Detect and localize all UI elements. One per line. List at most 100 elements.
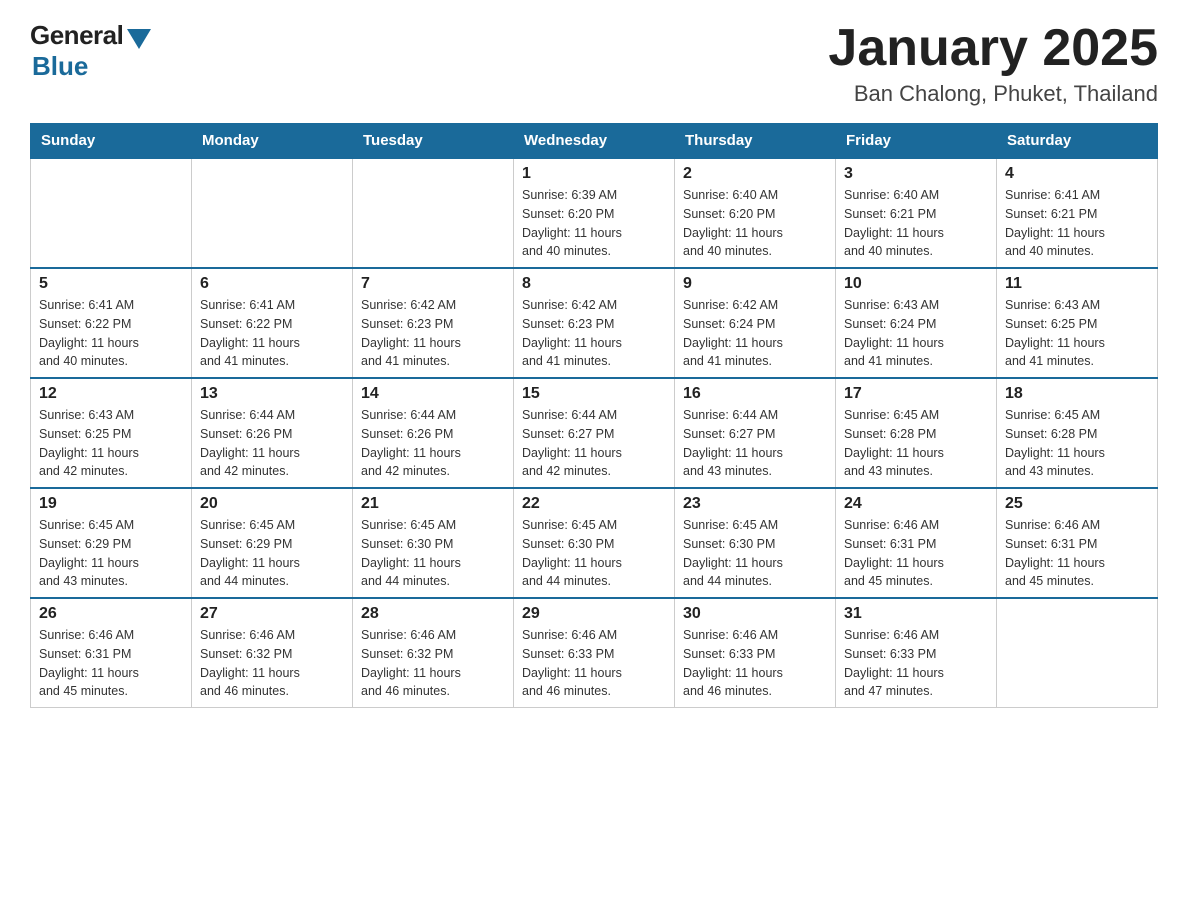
day-info: Sunrise: 6:46 AMSunset: 6:31 PMDaylight:… <box>1005 516 1149 591</box>
calendar-cell: 20 Sunrise: 6:45 AMSunset: 6:29 PMDayligh… <box>192 488 353 598</box>
day-number: 1 <box>522 165 666 183</box>
day-info: Sunrise: 6:45 AMSunset: 6:28 PMDaylight:… <box>844 406 988 481</box>
day-info: Sunrise: 6:46 AMSunset: 6:33 PMDaylight:… <box>522 626 666 701</box>
day-info: Sunrise: 6:39 AMSunset: 6:20 PMDaylight:… <box>522 186 666 261</box>
day-of-week-header: Wednesday <box>514 124 675 159</box>
day-info: Sunrise: 6:44 AMSunset: 6:27 PMDaylight:… <box>522 406 666 481</box>
day-number: 10 <box>844 275 988 293</box>
calendar-cell: 8Sunrise: 6:42 AMSunset: 6:23 PMDaylight… <box>514 268 675 378</box>
calendar-cell: 17Sunrise: 6:45 AMSunset: 6:28 PMDayligh… <box>836 378 997 488</box>
calendar-cell: 2Sunrise: 6:40 AMSunset: 6:20 PMDaylight… <box>675 158 836 268</box>
calendar-cell: 1 Sunrise: 6:39 AMSunset: 6:20 PMDaylight… <box>514 158 675 268</box>
day-info: Sunrise: 6:40 AMSunset: 6:21 PMDaylight:… <box>844 186 988 261</box>
day-number: 8 <box>522 275 666 293</box>
calendar-week-row: 26 Sunrise: 6:46 AMSunset: 6:31 PMDayligh… <box>31 598 1158 708</box>
calendar-cell: 24 Sunrise: 6:46 AMSunset: 6:31 PMDayligh… <box>836 488 997 598</box>
day-info: Sunrise: 6:45 AMSunset: 6:28 PMDaylight:… <box>1005 406 1149 481</box>
calendar-cell: 10 Sunrise: 6:43 AMSunset: 6:24 PMDayligh… <box>836 268 997 378</box>
day-of-week-header: Tuesday <box>353 124 514 159</box>
calendar-table: SundayMondayTuesdayWednesdayThursdayFrid… <box>30 123 1158 708</box>
day-number: 15 <box>522 385 666 403</box>
day-info: Sunrise: 6:42 AMSunset: 6:24 PMDaylight:… <box>683 296 827 371</box>
calendar-cell: 14Sunrise: 6:44 AMSunset: 6:26 PMDayligh… <box>353 378 514 488</box>
logo: General Blue <box>30 20 151 82</box>
calendar-cell: 27Sunrise: 6:46 AMSunset: 6:32 PMDayligh… <box>192 598 353 708</box>
day-number: 22 <box>522 495 666 513</box>
day-info: Sunrise: 6:41 AMSunset: 6:21 PMDaylight:… <box>1005 186 1149 261</box>
day-info: Sunrise: 6:41 AMSunset: 6:22 PMDaylight:… <box>200 296 344 371</box>
day-info: Sunrise: 6:46 AMSunset: 6:33 PMDaylight:… <box>683 626 827 701</box>
day-number: 11 <box>1005 275 1149 293</box>
days-of-week-row: SundayMondayTuesdayWednesdayThursdayFrid… <box>31 124 1158 159</box>
day-number: 21 <box>361 495 505 513</box>
calendar-cell: 29 Sunrise: 6:46 AMSunset: 6:33 PMDayligh… <box>514 598 675 708</box>
calendar-cell: 26 Sunrise: 6:46 AMSunset: 6:31 PMDayligh… <box>31 598 192 708</box>
day-of-week-header: Thursday <box>675 124 836 159</box>
calendar-cell <box>31 158 192 268</box>
day-number: 18 <box>1005 385 1149 403</box>
logo-general-text: General <box>30 20 123 51</box>
day-info: Sunrise: 6:46 AMSunset: 6:32 PMDaylight:… <box>200 626 344 701</box>
day-info: Sunrise: 6:43 AMSunset: 6:25 PMDaylight:… <box>1005 296 1149 371</box>
day-number: 4 <box>1005 165 1149 183</box>
calendar-cell: 9 Sunrise: 6:42 AMSunset: 6:24 PMDaylight… <box>675 268 836 378</box>
day-info: Sunrise: 6:42 AMSunset: 6:23 PMDaylight:… <box>361 296 505 371</box>
calendar-cell: 18 Sunrise: 6:45 AMSunset: 6:28 PMDayligh… <box>997 378 1158 488</box>
day-number: 25 <box>1005 495 1149 513</box>
day-info: Sunrise: 6:46 AMSunset: 6:31 PMDaylight:… <box>39 626 183 701</box>
calendar-cell: 16Sunrise: 6:44 AMSunset: 6:27 PMDayligh… <box>675 378 836 488</box>
day-of-week-header: Friday <box>836 124 997 159</box>
day-number: 13 <box>200 385 344 403</box>
calendar-cell: 31 Sunrise: 6:46 AMSunset: 6:33 PMDayligh… <box>836 598 997 708</box>
calendar-cell: 13 Sunrise: 6:44 AMSunset: 6:26 PMDayligh… <box>192 378 353 488</box>
title-section: January 2025 Ban Chalong, Phuket, Thaila… <box>828 20 1158 107</box>
logo-triangle-icon <box>127 29 151 49</box>
day-number: 19 <box>39 495 183 513</box>
calendar-header: SundayMondayTuesdayWednesdayThursdayFrid… <box>31 124 1158 159</box>
calendar-cell: 21Sunrise: 6:45 AMSunset: 6:30 PMDayligh… <box>353 488 514 598</box>
day-info: Sunrise: 6:45 AMSunset: 6:30 PMDaylight:… <box>683 516 827 591</box>
day-number: 20 <box>200 495 344 513</box>
calendar-cell: 19 Sunrise: 6:45 AMSunset: 6:29 PMDayligh… <box>31 488 192 598</box>
calendar-week-row: 1 Sunrise: 6:39 AMSunset: 6:20 PMDaylight… <box>31 158 1158 268</box>
day-info: Sunrise: 6:46 AMSunset: 6:32 PMDaylight:… <box>361 626 505 701</box>
calendar-week-row: 19 Sunrise: 6:45 AMSunset: 6:29 PMDayligh… <box>31 488 1158 598</box>
calendar-cell: 12Sunrise: 6:43 AMSunset: 6:25 PMDayligh… <box>31 378 192 488</box>
day-info: Sunrise: 6:46 AMSunset: 6:31 PMDaylight:… <box>844 516 988 591</box>
day-info: Sunrise: 6:43 AMSunset: 6:24 PMDaylight:… <box>844 296 988 371</box>
day-info: Sunrise: 6:44 AMSunset: 6:27 PMDaylight:… <box>683 406 827 481</box>
calendar-cell: 5Sunrise: 6:41 AMSunset: 6:22 PMDaylight… <box>31 268 192 378</box>
day-number: 9 <box>683 275 827 293</box>
calendar-cell: 30 Sunrise: 6:46 AMSunset: 6:33 PMDayligh… <box>675 598 836 708</box>
calendar-cell: 23 Sunrise: 6:45 AMSunset: 6:30 PMDayligh… <box>675 488 836 598</box>
calendar-body: 1 Sunrise: 6:39 AMSunset: 6:20 PMDaylight… <box>31 158 1158 708</box>
day-of-week-header: Sunday <box>31 124 192 159</box>
day-of-week-header: Saturday <box>997 124 1158 159</box>
day-info: Sunrise: 6:45 AMSunset: 6:29 PMDaylight:… <box>200 516 344 591</box>
calendar-cell: 25 Sunrise: 6:46 AMSunset: 6:31 PMDayligh… <box>997 488 1158 598</box>
day-number: 26 <box>39 605 183 623</box>
day-info: Sunrise: 6:44 AMSunset: 6:26 PMDaylight:… <box>200 406 344 481</box>
calendar-cell: 11 Sunrise: 6:43 AMSunset: 6:25 PMDayligh… <box>997 268 1158 378</box>
day-number: 7 <box>361 275 505 293</box>
calendar-cell: 15 Sunrise: 6:44 AMSunset: 6:27 PMDayligh… <box>514 378 675 488</box>
calendar-cell: 4 Sunrise: 6:41 AMSunset: 6:21 PMDaylight… <box>997 158 1158 268</box>
day-number: 29 <box>522 605 666 623</box>
calendar-cell <box>353 158 514 268</box>
day-number: 24 <box>844 495 988 513</box>
logo-blue-text: Blue <box>32 51 88 82</box>
calendar-cell <box>192 158 353 268</box>
day-info: Sunrise: 6:46 AMSunset: 6:33 PMDaylight:… <box>844 626 988 701</box>
day-number: 2 <box>683 165 827 183</box>
calendar-cell: 7 Sunrise: 6:42 AMSunset: 6:23 PMDaylight… <box>353 268 514 378</box>
calendar-cell: 3Sunrise: 6:40 AMSunset: 6:21 PMDaylight… <box>836 158 997 268</box>
day-number: 31 <box>844 605 988 623</box>
day-info: Sunrise: 6:43 AMSunset: 6:25 PMDaylight:… <box>39 406 183 481</box>
day-number: 30 <box>683 605 827 623</box>
day-number: 23 <box>683 495 827 513</box>
day-info: Sunrise: 6:44 AMSunset: 6:26 PMDaylight:… <box>361 406 505 481</box>
calendar-week-row: 12Sunrise: 6:43 AMSunset: 6:25 PMDayligh… <box>31 378 1158 488</box>
day-info: Sunrise: 6:45 AMSunset: 6:29 PMDaylight:… <box>39 516 183 591</box>
day-number: 5 <box>39 275 183 293</box>
day-number: 6 <box>200 275 344 293</box>
